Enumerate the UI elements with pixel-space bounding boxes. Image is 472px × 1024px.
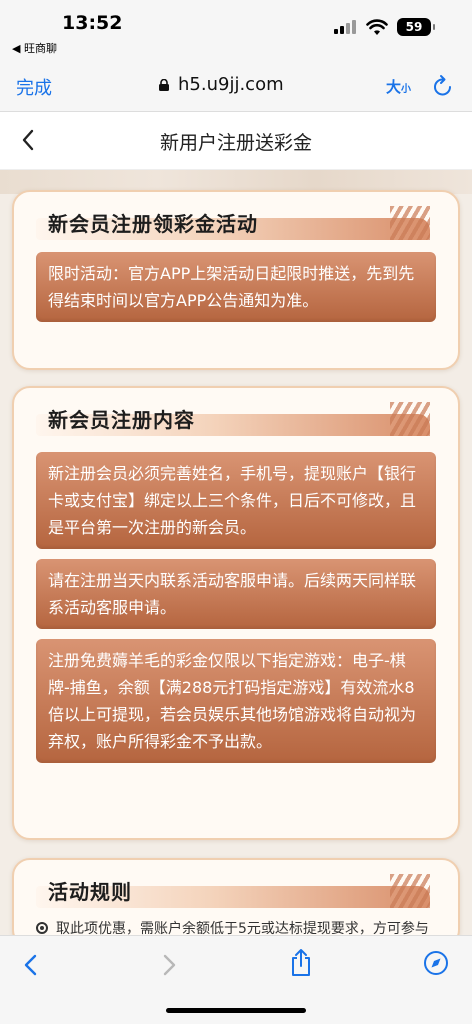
status-bar: 13:52 ◀ 旺商聊 59 bbox=[0, 0, 472, 62]
back-icon[interactable] bbox=[20, 952, 42, 978]
back-to-app-link[interactable]: ◀ 旺商聊 bbox=[12, 40, 57, 56]
done-button[interactable]: 完成 bbox=[16, 74, 52, 100]
url-text[interactable]: h5.u9jj.com bbox=[178, 74, 284, 95]
battery-icon: 59 bbox=[397, 18, 435, 36]
card-header-stripes bbox=[390, 402, 430, 436]
browser-url-bar: 完成 h5.u9jj.com 大小 bbox=[0, 62, 472, 112]
reload-icon[interactable] bbox=[432, 74, 454, 98]
share-icon[interactable] bbox=[288, 948, 314, 978]
text-size-big-label: 大 bbox=[386, 78, 402, 96]
signal-icon bbox=[334, 20, 356, 34]
home-indicator bbox=[166, 1008, 306, 1013]
info-box: 新注册会员必须完善姓名，手机号，提现账户【银行卡或支付宝】绑定以上三个条件，日后… bbox=[36, 452, 436, 549]
lock-icon bbox=[159, 79, 169, 91]
activity-card: 新会员注册领彩金活动 限时活动：官方APP上架活动日起限时推送，先到先得结束时间… bbox=[12, 190, 460, 370]
content-card: 新会员注册内容 新注册会员必须完善姓名，手机号，提现账户【银行卡或支付宝】绑定以… bbox=[12, 386, 460, 840]
card-title: 新会员注册领彩金活动 bbox=[48, 212, 258, 236]
status-time: 13:52 bbox=[62, 12, 123, 34]
card-title: 新会员注册内容 bbox=[48, 408, 195, 432]
wifi-icon bbox=[366, 19, 388, 35]
card-header-stripes bbox=[390, 874, 430, 908]
card-header: 新会员注册内容 bbox=[14, 388, 458, 440]
compass-icon[interactable] bbox=[423, 950, 449, 976]
page-title: 新用户注册送彩金 bbox=[159, 132, 312, 154]
forward-icon[interactable] bbox=[158, 952, 180, 978]
card-header: 新会员注册领彩金活动 bbox=[14, 192, 458, 244]
info-box: 请在注册当天内联系活动客服申请。后续两天同样联系活动客服申请。 bbox=[36, 559, 436, 629]
info-box: 限时活动：官方APP上架活动日起限时推送，先到先得结束时间以官方APP公告通知为… bbox=[36, 252, 436, 322]
card-header-stripes bbox=[390, 206, 430, 240]
text-size-small-label: 小 bbox=[401, 84, 412, 95]
info-box: 注册免费薅羊毛的彩金仅限以下指定游戏：电子-棋牌-捕鱼，余额【满288元打码指定… bbox=[36, 639, 436, 763]
card-title: 活动规则 bbox=[48, 880, 132, 904]
card-header: 活动规则 bbox=[14, 860, 458, 912]
bullet-icon bbox=[36, 922, 48, 934]
page-header: 新用户注册送彩金 bbox=[0, 112, 472, 170]
text-size-button[interactable]: 大小 bbox=[386, 76, 411, 97]
